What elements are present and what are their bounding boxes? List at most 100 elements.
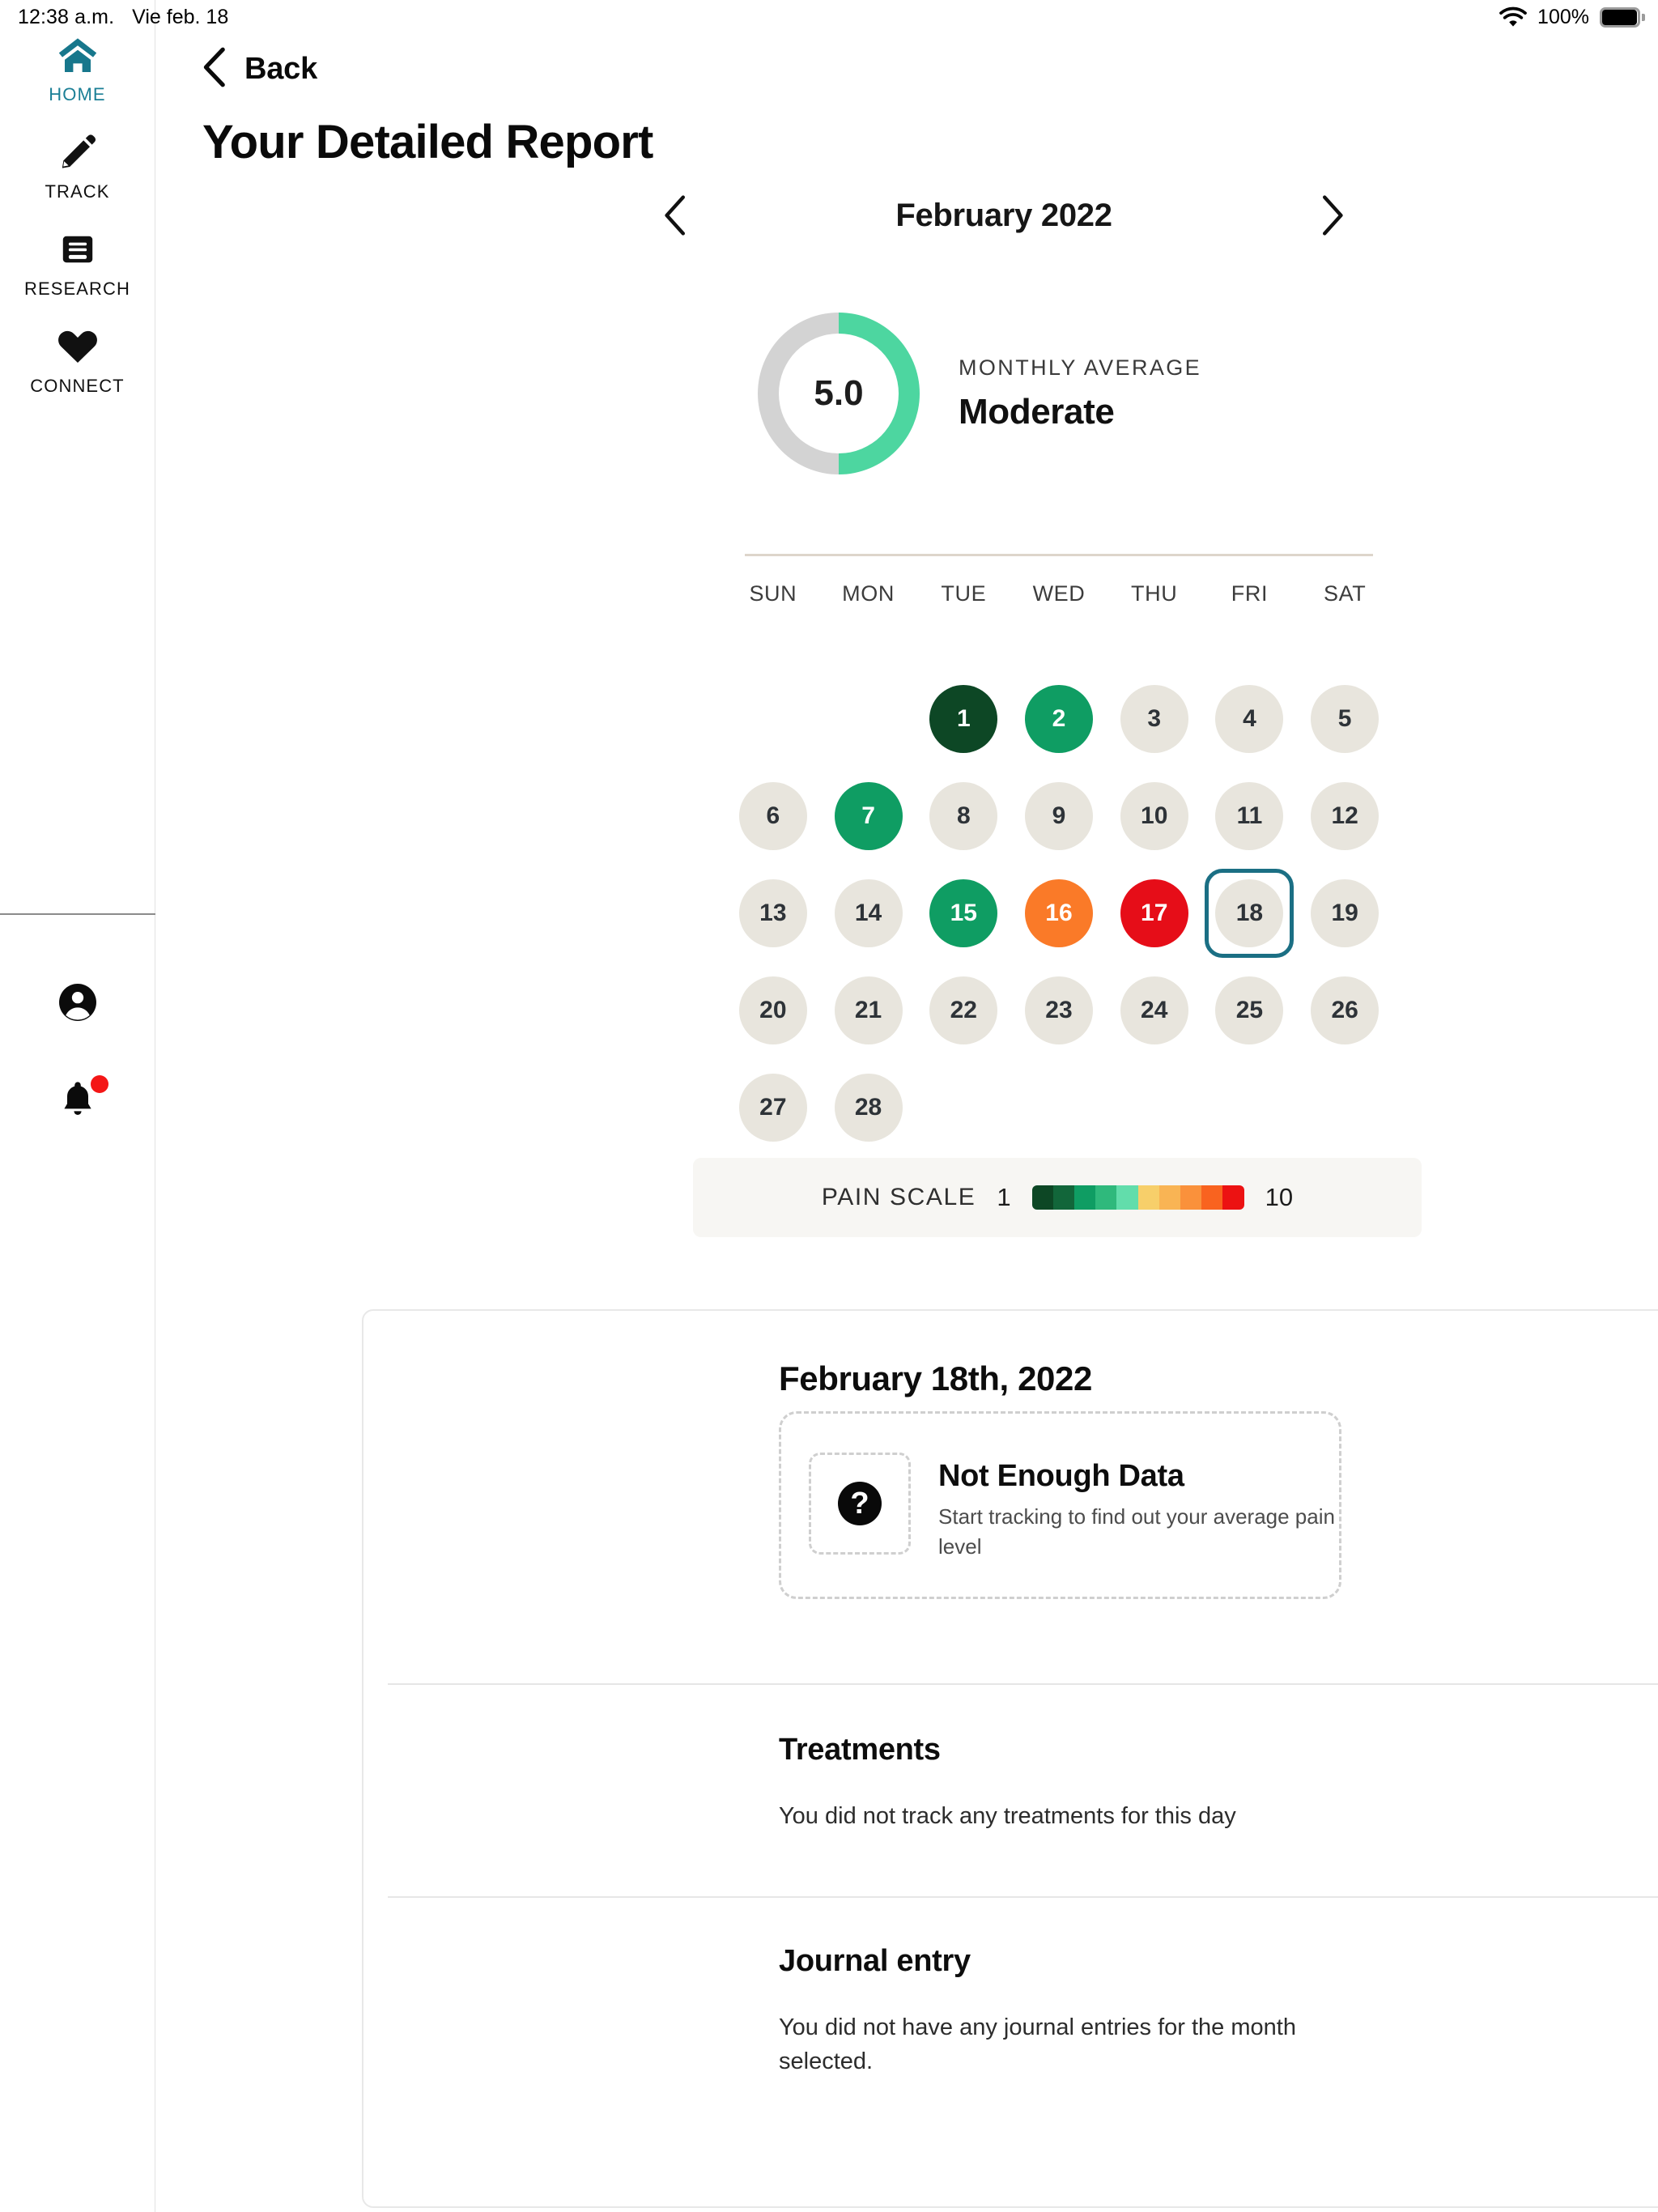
- calendar-day-1[interactable]: 1: [929, 685, 998, 753]
- sidebar-nav-top: HOME TRACK RESEARCH CONNECT: [0, 0, 155, 408]
- current-month-label: February 2022: [895, 197, 1112, 233]
- calendar-day-10[interactable]: 10: [1120, 782, 1188, 850]
- pain-scale-segment-1: [1031, 1185, 1053, 1210]
- pencil-icon: [58, 130, 97, 175]
- calendar-day-4[interactable]: 4: [1215, 685, 1284, 753]
- calendar-day-14[interactable]: 14: [834, 879, 903, 947]
- back-button-label: Back: [244, 52, 318, 86]
- calendar-cell: 16: [1011, 865, 1107, 962]
- calendar-day-19[interactable]: 19: [1311, 879, 1380, 947]
- heart-icon: [57, 324, 98, 369]
- calendar-day-18[interactable]: 18: [1215, 879, 1284, 947]
- calendar-day-26[interactable]: 26: [1311, 976, 1380, 1044]
- calendar-day-2[interactable]: 2: [1024, 685, 1093, 753]
- calendar-cell: 19: [1297, 865, 1392, 962]
- status-date: Vie feb. 18: [132, 5, 229, 28]
- calendar-cell: 26: [1297, 962, 1392, 1059]
- calendar-cell: 12: [1297, 768, 1392, 865]
- sidebar-item-home-label: HOME: [49, 84, 106, 104]
- calendar-day-11[interactable]: 11: [1215, 782, 1284, 850]
- calendar-day-5[interactable]: 5: [1311, 685, 1380, 753]
- calendar-day-9[interactable]: 9: [1024, 782, 1093, 850]
- not-enough-data-box: ? Not Enough Data Start tracking to find…: [779, 1411, 1341, 1599]
- wifi-icon: [1499, 6, 1527, 28]
- sidebar-item-home[interactable]: HOME: [0, 19, 155, 117]
- account-button[interactable]: [0, 955, 155, 1053]
- calendar-cell: 17: [1107, 865, 1202, 962]
- calendar-day-22[interactable]: 22: [929, 976, 998, 1044]
- calendar-cell: 20: [725, 962, 821, 1059]
- calendar-day-27[interactable]: 27: [738, 1074, 807, 1142]
- weekday-header-wed: WED: [1032, 581, 1086, 606]
- calendar-cell: 4: [1202, 670, 1298, 768]
- sidebar-item-track-label: TRACK: [45, 181, 110, 202]
- calendar-day-21[interactable]: 21: [834, 976, 903, 1044]
- calendar-cell-empty: [821, 670, 916, 768]
- treatments-body: You did not track any treatments for thi…: [779, 1803, 1236, 1829]
- calendar-cell: 11: [1202, 768, 1298, 865]
- calendar-day-6[interactable]: 6: [738, 782, 807, 850]
- calendar-day-16[interactable]: 16: [1024, 879, 1093, 947]
- weekday-header-sun: SUN: [749, 581, 797, 606]
- notification-badge: [91, 1074, 108, 1093]
- sidebar-divider: [0, 913, 155, 915]
- calendar-cell: 5: [1297, 670, 1392, 768]
- calendar-cell: 10: [1107, 768, 1202, 865]
- calendar-day-3[interactable]: 3: [1120, 685, 1188, 753]
- calendar-top-divider: [745, 554, 1373, 556]
- question-mark-icon: ?: [838, 1482, 882, 1525]
- pain-scale-segment-6: [1137, 1185, 1159, 1210]
- calendar-cell-empty: [725, 670, 821, 768]
- calendar-day-17[interactable]: 17: [1120, 879, 1188, 947]
- sidebar-item-track[interactable]: TRACK: [0, 117, 155, 214]
- weekday-header-fri: FRI: [1231, 581, 1269, 606]
- calendar-weekday-header: SUN MON TUE WED THU FRI SAT: [725, 581, 1392, 606]
- calendar-day-28[interactable]: 28: [834, 1074, 903, 1142]
- calendar-day-13[interactable]: 13: [738, 879, 807, 947]
- calendar-day-7[interactable]: 7: [834, 782, 903, 850]
- main-content: Back Your Detailed Report February 2022: [155, 0, 1658, 2212]
- chevron-left-icon: [202, 47, 227, 91]
- back-button[interactable]: Back: [202, 47, 317, 91]
- calendar-day-8[interactable]: 8: [929, 782, 998, 850]
- not-enough-data-inner: ? Not Enough Data Start tracking to find…: [809, 1453, 1343, 1562]
- pain-scale-label: PAIN SCALE: [821, 1184, 976, 1210]
- monthly-average-value: 5.0: [814, 373, 864, 413]
- not-enough-data-subtitle: Start tracking to find out your average …: [938, 1504, 1335, 1559]
- calendar-day-24[interactable]: 24: [1120, 976, 1188, 1044]
- calendar-cell: 3: [1107, 670, 1202, 768]
- day-detail-card: February 18th, 2022 ? Not Enough Data St…: [362, 1309, 1658, 2208]
- pain-scale-max: 10: [1265, 1183, 1294, 1211]
- calendar-cell: 21: [821, 962, 916, 1059]
- sidebar-item-connect-label: CONNECT: [30, 376, 125, 396]
- calendar-cell: 15: [916, 865, 1011, 962]
- calendar-day-23[interactable]: 23: [1024, 976, 1093, 1044]
- sidebar-item-connect[interactable]: CONNECT: [0, 311, 155, 408]
- status-time: 12:38 a.m.: [18, 5, 115, 28]
- notifications-button[interactable]: [0, 1053, 155, 1150]
- calendar-cell: 18: [1202, 865, 1298, 962]
- calendar-cell: 24: [1107, 962, 1202, 1059]
- weekday-header-thu: THU: [1131, 581, 1178, 606]
- month-navigation: February 2022: [651, 191, 1357, 240]
- card-divider-1: [388, 1683, 1658, 1685]
- next-month-button[interactable]: [1308, 191, 1357, 240]
- status-bar-left: 12:38 a.m. Vie feb. 18: [18, 6, 228, 29]
- calendar-cell: 13: [725, 865, 821, 962]
- monthly-average-donut: 5.0: [758, 313, 920, 474]
- sidebar-item-research[interactable]: RESEARCH: [0, 214, 155, 311]
- battery-full-icon: [1600, 6, 1645, 28]
- calendar-day-25[interactable]: 25: [1215, 976, 1284, 1044]
- calendar-day-selected-highlight[interactable]: 18: [1205, 869, 1295, 958]
- previous-month-button[interactable]: [651, 191, 699, 240]
- calendar-grid: 1 2 3 4 5 6 7 8 9 10 11 12 13 14 15 16 17 18 19 20 21 22 23 24 2…: [725, 670, 1392, 1156]
- status-bar-right: 100%: [1499, 6, 1645, 29]
- monthly-average-caption: MONTHLY AVERAGE: [959, 355, 1202, 380]
- sidebar-nav-bottom: [0, 955, 155, 1150]
- calendar-day-15[interactable]: 15: [929, 879, 998, 947]
- calendar-cell: 22: [916, 962, 1011, 1059]
- pain-scale-segment-3: [1074, 1185, 1096, 1210]
- calendar-day-20[interactable]: 20: [738, 976, 807, 1044]
- book-icon: [59, 227, 96, 272]
- calendar-day-12[interactable]: 12: [1311, 782, 1380, 850]
